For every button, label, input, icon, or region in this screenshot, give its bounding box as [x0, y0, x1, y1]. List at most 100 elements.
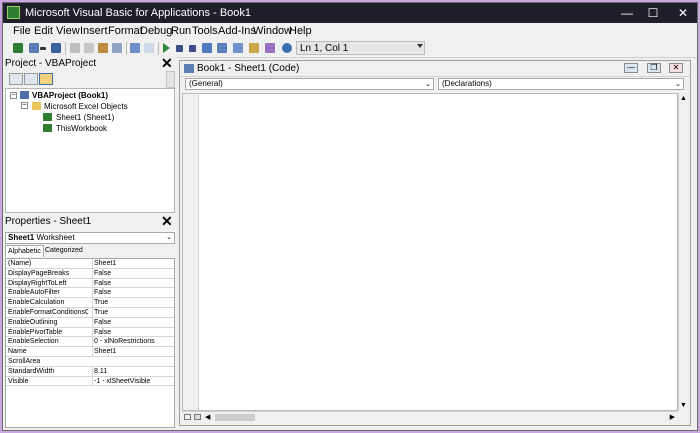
tab-alphabetic[interactable]: Alphabetic [5, 245, 44, 257]
chevron-down-icon[interactable] [417, 44, 423, 48]
chevron-down-icon[interactable]: ⌄ [166, 233, 172, 243]
tree-root-vbaproject[interactable]: VBAProject (Book1) [32, 91, 108, 100]
horizontal-scrollbar[interactable]: ◀ ▶ [182, 411, 678, 423]
vba-app-icon [7, 6, 20, 19]
scroll-right-icon[interactable]: ▶ [670, 413, 675, 421]
tree-folder-excel-objects[interactable]: Microsoft Excel Objects [44, 102, 128, 111]
toolbar-separator [65, 42, 66, 55]
project-close-icon[interactable]: ✕ [161, 56, 173, 70]
menu-tools[interactable]: Tools [192, 25, 218, 37]
toggle-folders-icon[interactable] [39, 73, 53, 85]
standard-toolbar: Ln 1, Col 1 [3, 40, 697, 58]
code-minimize-button[interactable]: — [624, 63, 638, 73]
menu-add-ins[interactable]: Add-Ins [218, 25, 256, 37]
run-icon[interactable] [163, 43, 170, 53]
menu-file[interactable]: File [13, 25, 31, 37]
dropdown-arrow-icon[interactable] [40, 47, 46, 50]
view-code-icon[interactable] [9, 73, 23, 85]
menu-format[interactable]: Format [108, 25, 143, 37]
property-row[interactable]: Name Sheet1 [6, 347, 174, 357]
object-name: Sheet1 [8, 233, 35, 242]
chevron-down-icon[interactable]: ⌄ [675, 80, 681, 90]
code-restore-button[interactable]: ❐ [647, 63, 661, 73]
properties-tabs: Alphabetic Categorized [5, 244, 175, 258]
find-icon[interactable] [112, 43, 122, 53]
toolbox-icon[interactable] [265, 43, 275, 53]
project-pane-title: Project - VBAProject [3, 57, 177, 70]
property-row[interactable]: EnableSelection 0 - xlNoRestrictions [6, 337, 174, 348]
scroll-thumb[interactable] [215, 414, 255, 421]
project-toolbar [5, 71, 175, 88]
vertical-scrollbar[interactable]: ▲ ▼ [678, 93, 689, 411]
object-combo[interactable]: (General) ⌄ [185, 78, 434, 90]
close-button[interactable]: ✕ [666, 3, 697, 23]
paste-icon[interactable] [98, 43, 108, 53]
project-scroll-button[interactable] [166, 71, 175, 88]
reset-icon[interactable] [189, 45, 196, 52]
procedure-combo-value: (Declarations) [442, 79, 492, 88]
menu-debug[interactable]: Debug [140, 25, 172, 37]
property-row[interactable]: (Name) Sheet1 [6, 259, 174, 269]
cursor-position-box: Ln 1, Col 1 [296, 41, 425, 55]
save-icon[interactable] [51, 43, 61, 53]
procedure-combo[interactable]: (Declarations) ⌄ [438, 78, 684, 90]
properties-title: Properties - Sheet1 [5, 216, 92, 227]
folder-icon [32, 102, 41, 110]
property-row[interactable]: DisplayPageBreaks False [6, 268, 174, 279]
menu-view[interactable]: View [56, 25, 80, 37]
property-row[interactable]: EnableAutoFilter False [6, 288, 174, 299]
properties-close-icon[interactable]: ✕ [161, 214, 173, 228]
menu-insert[interactable]: Insert [80, 25, 108, 37]
vba-editor-window: Microsoft Visual Basic for Applications … [2, 2, 698, 431]
toolbar-separator [126, 42, 127, 55]
collapse-icon[interactable]: − [21, 102, 28, 109]
property-row[interactable]: DisplayRightToLeft False [6, 278, 174, 289]
property-row[interactable]: EnableCalculation True [6, 298, 174, 308]
insert-module-icon[interactable] [29, 43, 39, 53]
properties-object-select[interactable]: Sheet1 Worksheet ⌄ [5, 232, 175, 244]
scroll-up-icon[interactable]: ▲ [680, 95, 687, 102]
view-object-icon[interactable] [24, 73, 38, 85]
undo-icon[interactable] [130, 43, 140, 53]
properties-window-icon[interactable] [233, 43, 243, 53]
help-icon[interactable] [282, 43, 292, 53]
property-row[interactable]: Visible -1 - xlSheetVisible [6, 376, 174, 387]
scroll-left-icon[interactable]: ◀ [205, 413, 210, 421]
project-explorer-icon[interactable] [217, 43, 227, 53]
full-module-view-icon[interactable] [194, 414, 201, 420]
cut-icon[interactable] [70, 43, 80, 53]
maximize-button[interactable]: ☐ [636, 3, 670, 23]
title-bar: Microsoft Visual Basic for Applications … [3, 3, 697, 23]
code-window-title-bar: Book1 - Sheet1 (Code) — ❐ ✕ [180, 61, 690, 77]
tree-item-sheet1[interactable]: Sheet1 (Sheet1) [56, 113, 114, 122]
excel-icon[interactable] [13, 43, 23, 53]
scroll-down-icon[interactable]: ▼ [680, 402, 687, 409]
chevron-down-icon[interactable]: ⌄ [425, 80, 431, 90]
menu-help[interactable]: Help [289, 25, 312, 37]
menu-run[interactable]: Run [171, 25, 191, 37]
tab-categorized[interactable]: Categorized [43, 245, 85, 257]
editor-margin [183, 94, 199, 410]
code-window-title: Book1 - Sheet1 (Code) [197, 63, 300, 74]
property-row[interactable]: EnableFormatConditionsCalcTrue [6, 308, 174, 318]
procedure-view-icon[interactable] [184, 414, 191, 420]
collapse-icon[interactable]: − [10, 92, 17, 99]
cursor-position: Ln 1, Col 1 [300, 43, 349, 54]
object-browser-icon[interactable] [249, 43, 259, 53]
redo-icon[interactable] [144, 43, 154, 53]
menu-window[interactable]: Window [253, 25, 292, 37]
tree-item-thisworkbook[interactable]: ThisWorkbook [56, 124, 107, 133]
code-close-button[interactable]: ✕ [669, 63, 683, 73]
property-row[interactable]: EnablePivotTable False [6, 327, 174, 338]
worksheet-icon [43, 113, 52, 121]
break-icon[interactable] [176, 45, 183, 52]
property-row[interactable]: EnableOutlining False [6, 317, 174, 328]
menu-edit[interactable]: Edit [34, 25, 53, 37]
property-row[interactable]: ScrollArea [6, 357, 174, 367]
project-tree: − VBAProject (Book1) − Microsoft Excel O… [5, 88, 175, 213]
copy-icon[interactable] [84, 43, 94, 53]
design-mode-icon[interactable] [202, 43, 212, 53]
code-editor[interactable] [182, 93, 678, 411]
project-title: Project - VBAProject [5, 58, 97, 69]
property-row[interactable]: StandardWidth 8.11 [6, 366, 174, 377]
